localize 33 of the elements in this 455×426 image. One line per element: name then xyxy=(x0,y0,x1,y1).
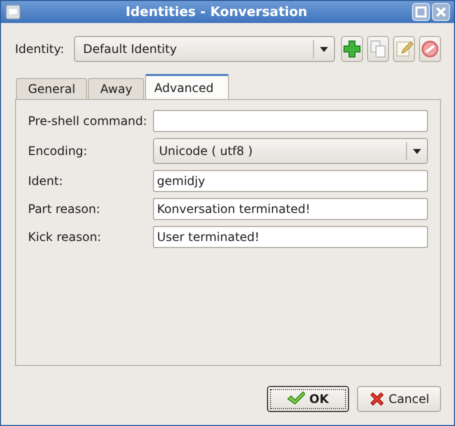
plus-icon xyxy=(343,40,361,58)
pencil-icon xyxy=(395,40,413,58)
cross-icon xyxy=(368,391,385,407)
identity-dropdown[interactable]: Default Identity xyxy=(74,36,335,62)
input-field[interactable] xyxy=(153,110,428,132)
tab[interactable]: General xyxy=(16,78,88,99)
tab[interactable]: Advanced xyxy=(145,74,229,99)
field-label: Kick reason: xyxy=(28,230,102,244)
field-label: Part reason: xyxy=(28,202,102,216)
caret-icon xyxy=(413,148,421,154)
input-field[interactable]: gemidjy xyxy=(153,170,428,192)
edit-button[interactable] xyxy=(393,36,415,62)
field-label: Encoding: xyxy=(28,144,88,158)
input-field[interactable]: Konversation terminated! xyxy=(153,198,428,220)
copy-button[interactable] xyxy=(367,36,389,62)
caret-icon xyxy=(320,46,328,52)
checkmark-icon xyxy=(287,391,306,407)
ok-button[interactable]: OK xyxy=(267,386,349,412)
field-label: Ident: xyxy=(28,174,64,188)
cancel-button[interactable]: Cancel xyxy=(357,386,441,412)
maximize-icon[interactable] xyxy=(412,3,430,21)
app-icon xyxy=(5,4,21,20)
prohibited-icon xyxy=(421,40,439,58)
delete-button[interactable] xyxy=(419,36,441,62)
close-icon[interactable] xyxy=(432,3,450,21)
identity-label: Identity: xyxy=(15,42,64,56)
add-button[interactable] xyxy=(341,36,363,62)
tab[interactable]: Away xyxy=(88,78,144,99)
window-title: Identities - Konversation xyxy=(124,4,308,20)
encoding-dropdown[interactable]: Unicode ( utf8 ) xyxy=(153,138,428,164)
copy-icon xyxy=(369,40,387,58)
input-field[interactable]: User terminated! xyxy=(153,226,428,248)
field-label: Pre-shell command: xyxy=(28,114,148,128)
